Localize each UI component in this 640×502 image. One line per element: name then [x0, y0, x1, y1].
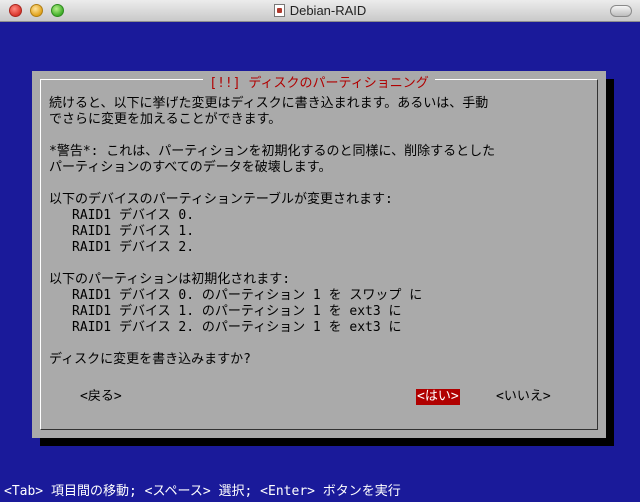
format-item: RAID1 デバイス 0. のパーティション 1 を スワップ に: [72, 288, 423, 303]
warning-line-2: パーティションのすべてのデータを破壊します。: [49, 160, 332, 175]
dialog-body: 続けると、以下に挙げた変更はディスクに書き込まれます。あるいは、手動 でさらに変…: [49, 96, 599, 368]
dialog-title: [!!] ディスクのパーティショニング: [203, 76, 435, 91]
format-item: RAID1 デバイス 1. のパーティション 1 を ext3 に: [72, 304, 402, 319]
window-titlebar: Debian-RAID: [0, 0, 640, 22]
intro-line-2: でさらに変更を加えることができます。: [49, 112, 282, 127]
partition-table-heading: 以下のデバイスのパーティションテーブルが変更されます:: [49, 192, 393, 207]
document-icon: [273, 4, 285, 17]
window-title-area: Debian-RAID: [0, 3, 640, 18]
partition-table-item: RAID1 デバイス 2.: [72, 240, 195, 255]
window-title: Debian-RAID: [289, 3, 367, 18]
partition-table-item: RAID1 デバイス 0.: [72, 208, 195, 223]
intro-line-1: 続けると、以下に挙げた変更はディスクに書き込まれます。あるいは、手動: [49, 96, 489, 111]
no-button[interactable]: <いいえ>: [496, 389, 551, 405]
back-button[interactable]: <戻る>: [80, 389, 122, 405]
confirm-question: ディスクに変更を書き込みますか?: [49, 352, 251, 367]
format-item: RAID1 デバイス 2. のパーティション 1 を ext3 に: [72, 320, 402, 335]
toolbar-toggle-button[interactable]: [610, 5, 632, 17]
dialog-title-bar: [!!] ディスクのパーティショニング: [41, 76, 597, 91]
yes-button[interactable]: <はい>: [416, 389, 460, 405]
format-heading: 以下のパーティションは初期化されます:: [49, 272, 291, 287]
keyboard-help: <Tab> 項目間の移動; <スペース> 選択; <Enter> ボタンを実行: [4, 484, 401, 499]
warning-line-1: *警告*: これは、パーティションを初期化するのと同様に、削除するとした: [49, 144, 496, 159]
partition-table-item: RAID1 デバイス 1.: [72, 224, 195, 239]
